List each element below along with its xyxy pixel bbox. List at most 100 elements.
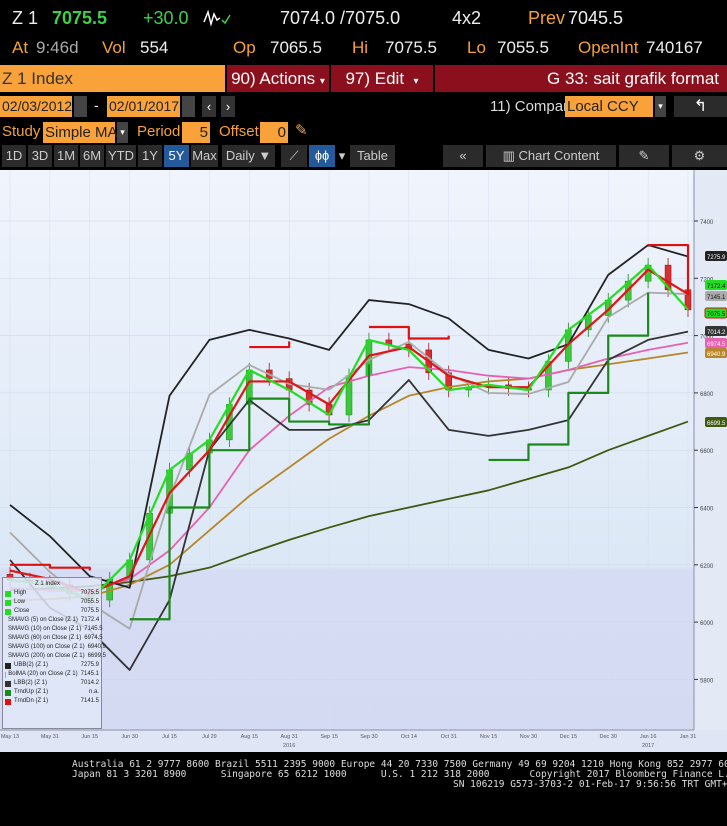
legend-swatch (5, 680, 11, 687)
legend-swatch (5, 662, 11, 669)
edit-chart-icon[interactable]: ✎ (619, 145, 669, 167)
security-field[interactable]: Z 1 Index (0, 65, 225, 92)
actions-label: 90) Actions (231, 69, 316, 88)
year-label: 2017 (642, 743, 654, 749)
footer-session: SN 106219 G573-3703-2 01-Feb-17 9:56:56 … (453, 779, 727, 790)
study-label: Study (2, 123, 41, 140)
legend-value: 6940.9 (87, 644, 106, 650)
bid-ask: 7074.0 /7075.0 (280, 8, 401, 28)
range-5y[interactable]: 5Y (164, 145, 189, 167)
range-max[interactable]: Max (191, 145, 218, 167)
range-1d[interactable]: 1D (2, 145, 26, 167)
prev-value: 7045.5 (568, 8, 624, 28)
svg-text:7172.4: 7172.4 (707, 284, 726, 290)
next-period-button[interactable]: › (221, 96, 235, 117)
legend-value: 7014.2 (80, 680, 99, 686)
back-arrow-button[interactable]: ↰ (674, 96, 727, 117)
legend-swatch (5, 590, 11, 597)
compare-label: 11) Compare (490, 98, 577, 115)
chevron-down-icon[interactable]: ▾ (117, 122, 128, 143)
low-value: 7055.5 (497, 38, 549, 57)
legend-item: SMAVG (100) on Close (Z 1) 6940.9 (5, 643, 106, 652)
legend-value: n.a. (88, 689, 99, 695)
prev-period-button[interactable]: ‹ (202, 96, 216, 117)
ticker: Z 1 (12, 8, 39, 28)
price-tag-lbb: 7014.2 (705, 326, 727, 336)
range-1y[interactable]: 1Y (138, 145, 162, 167)
gear-icon[interactable]: ⚙ (672, 145, 727, 167)
y-tick-label: 6800 (700, 392, 714, 398)
period-label: Period (137, 123, 181, 140)
actions-menu[interactable]: 90) Actions ▾ (227, 65, 329, 92)
legend-swatch (5, 608, 11, 615)
openint-value: 740167 (646, 38, 703, 57)
legend-label: SMAVG (100) on Close (Z 1) (8, 644, 85, 650)
openint-label: OpenInt (578, 38, 639, 57)
svg-text:6974.5: 6974.5 (707, 342, 726, 348)
price-tag-bolma: 7145.1 (705, 291, 727, 301)
calendar-icon[interactable] (74, 96, 87, 117)
price-chart[interactable]: 740072007000680066006400620060005800May … (0, 170, 727, 752)
y-tick-label: 6000 (700, 621, 714, 627)
at-label: At (12, 38, 29, 57)
collapse-button[interactable]: « (443, 145, 483, 167)
chevron-down-icon[interactable]: ▾ (336, 145, 348, 167)
chart-icon: ▥ (502, 148, 519, 163)
legend-value: 6699.5 (87, 653, 106, 659)
line-chart-icon[interactable]: ⟋ (281, 145, 307, 167)
end-date-input[interactable]: 02/01/2017 (107, 96, 180, 117)
chart-content-button[interactable]: ▥ Chart Content (486, 145, 616, 167)
legend-value: 6974.5 (84, 635, 103, 641)
low-label: Lo (467, 38, 486, 57)
compare-select[interactable]: Local CCY (565, 96, 653, 117)
y-tick-label: 6600 (700, 449, 714, 455)
x-tick-label: Jul 29 (202, 734, 217, 740)
bid-ask-size: 4x2 (452, 8, 482, 28)
x-tick-label: Dec 15 (560, 734, 577, 740)
x-tick-label: May 13 (1, 734, 19, 740)
pencil-icon[interactable]: ✎ (295, 121, 308, 139)
legend-item: SMAVG (200) on Close (Z 1) 6699.5 (5, 652, 106, 661)
high-value: 7075.5 (385, 38, 437, 57)
range-ytd[interactable]: YTD (106, 145, 136, 167)
start-date-input[interactable]: 02/03/2012 (0, 96, 72, 117)
legend-label: LBB(2) (Z 1) (14, 680, 48, 686)
legend-label: TrndDn (Z 1) (14, 698, 49, 704)
price-tag-sma200: 6699.5 (705, 417, 727, 427)
open-value: 7065.5 (270, 38, 322, 57)
chart-content-label: Chart Content (518, 148, 600, 163)
legend-label: TrndUp (Z 1) (14, 689, 49, 695)
edit-menu[interactable]: 97) Edit ▾ (331, 65, 433, 92)
x-tick-label: Jun 30 (121, 734, 138, 740)
table-button[interactable]: Table (350, 145, 395, 167)
x-tick-label: Dec 30 (600, 734, 617, 740)
svg-text:7145.1: 7145.1 (707, 295, 726, 301)
range-1m[interactable]: 1M (54, 145, 78, 167)
legend-item: Close 7075.5 (5, 607, 99, 616)
range-6m[interactable]: 6M (80, 145, 104, 167)
x-tick-label: Jul 15 (162, 734, 177, 740)
x-tick-label: Oct 31 (441, 734, 457, 740)
y-tick-label: 6400 (700, 507, 714, 513)
svg-text:7275.9: 7275.9 (707, 255, 726, 261)
frequency-select[interactable]: Daily ▼ (222, 145, 275, 167)
x-tick-label: Sep 30 (360, 734, 377, 740)
range-3d[interactable]: 3D (28, 145, 52, 167)
open-label: Op (233, 38, 256, 57)
year-label: 2016 (283, 743, 295, 749)
chevron-down-icon[interactable]: ▾ (655, 96, 666, 117)
high-label: Hi (352, 38, 369, 57)
period-input[interactable]: 5 (182, 122, 210, 143)
calendar-icon[interactable] (182, 96, 195, 117)
legend-value: 7275.9 (80, 662, 99, 668)
legend-swatch (5, 599, 11, 606)
study-select[interactable]: Simple MA (43, 122, 118, 143)
vol-label: Vol (102, 38, 126, 57)
offset-input[interactable]: 0 (260, 122, 288, 143)
legend-label: High (14, 590, 27, 596)
plot-background (0, 170, 727, 752)
candlestick-icon[interactable]: ɸɸ (309, 145, 335, 167)
offset-label: Offset (219, 123, 259, 140)
svg-text:7075.5: 7075.5 (707, 312, 726, 318)
legend-item: Low 7055.5 (5, 598, 99, 607)
